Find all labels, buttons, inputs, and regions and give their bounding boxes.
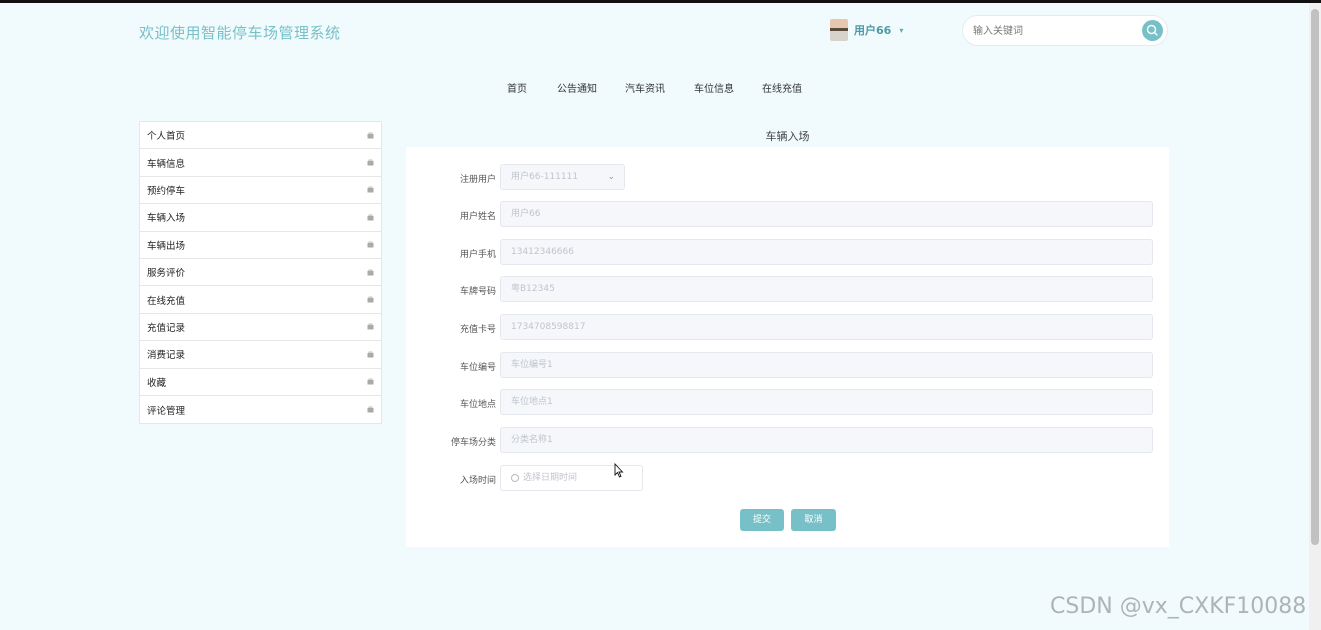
user-phone-field[interactable]: 13412346666 bbox=[500, 239, 1153, 265]
app-title: 欢迎使用智能停车场管理系统 bbox=[139, 24, 341, 42]
sidebar-item-recharge-records[interactable]: 充值记录 bbox=[140, 314, 381, 342]
sidebar-item-label: 车辆入场 bbox=[147, 213, 186, 225]
sidebar-item-vehicle-exit[interactable]: 车辆出场 bbox=[140, 232, 381, 259]
field-label: 停车场分类 bbox=[450, 438, 496, 448]
lot-category-field[interactable]: 分类名称1 bbox=[500, 427, 1153, 453]
vertical-scrollbar[interactable] bbox=[1309, 3, 1321, 630]
user-name-field[interactable]: 用户66 bbox=[500, 201, 1153, 227]
form-row-registered-user: 注册用户 用户66-111111 ⌄ bbox=[406, 164, 1169, 190]
cancel-button[interactable]: 取消 bbox=[791, 509, 836, 531]
sidebar-item-vehicle-entry[interactable]: 车辆入场 bbox=[140, 204, 381, 232]
sidebar-item-comment-management[interactable]: 评论管理 bbox=[140, 396, 381, 423]
shopping-bag-icon bbox=[367, 241, 374, 248]
shopping-bag-icon bbox=[367, 132, 374, 139]
sidebar-item-label: 个人首页 bbox=[147, 131, 186, 143]
sidebar-item-reserve-parking[interactable]: 预约停车 bbox=[140, 177, 381, 205]
shopping-bag-icon bbox=[367, 378, 374, 385]
sidebar-item-online-recharge[interactable]: 在线充值 bbox=[140, 286, 381, 314]
field-label: 车位编号 bbox=[459, 363, 496, 373]
shopping-bag-icon bbox=[367, 296, 374, 303]
select-value: 用户66-111111 bbox=[511, 172, 579, 182]
nav-announcements[interactable]: 公告通知 bbox=[557, 80, 597, 95]
shopping-bag-icon bbox=[367, 269, 374, 276]
field-label: 车牌号码 bbox=[459, 287, 496, 297]
form-row-space-location: 车位地点 车位地点1 bbox=[406, 389, 1169, 415]
sidebar-item-label: 服务评价 bbox=[147, 268, 186, 280]
sidebar: 个人首页 车辆信息 预约停车 车辆入场 车辆出场 服务评价 在线充值 充值记录 … bbox=[139, 121, 382, 425]
shopping-bag-icon bbox=[367, 214, 374, 221]
shopping-bag-icon bbox=[367, 159, 374, 166]
field-label: 用户手机 bbox=[459, 250, 496, 260]
page-title: 车辆入场 bbox=[765, 130, 810, 143]
form-row-space-number: 车位编号 车位编号1 bbox=[406, 352, 1169, 378]
sidebar-item-label: 评论管理 bbox=[147, 405, 186, 417]
search-icon bbox=[1146, 24, 1158, 36]
chevron-down-icon: ⌄ bbox=[607, 172, 615, 182]
sidebar-item-label: 消费记录 bbox=[147, 350, 186, 362]
shopping-bag-icon bbox=[367, 351, 374, 358]
main-nav: 首页 公告通知 汽车资讯 车位信息 在线充值 bbox=[0, 80, 1309, 95]
space-number-field[interactable]: 车位编号1 bbox=[500, 352, 1153, 378]
nav-car-news[interactable]: 汽车资讯 bbox=[625, 80, 665, 95]
sidebar-item-consumption-records[interactable]: 消费记录 bbox=[140, 341, 381, 369]
sidebar-item-label: 充值记录 bbox=[147, 322, 186, 334]
field-label: 用户姓名 bbox=[459, 212, 496, 222]
shopping-bag-icon bbox=[367, 187, 374, 193]
username: 用户66 bbox=[854, 24, 892, 37]
field-label: 注册用户 bbox=[459, 175, 496, 185]
caret-down-icon: ▾ bbox=[899, 25, 904, 35]
form-row-user-phone: 用户手机 13412346666 bbox=[406, 239, 1169, 265]
form-row-plate-number: 车牌号码 粤B12345 bbox=[406, 276, 1169, 302]
nav-parking-spaces[interactable]: 车位信息 bbox=[694, 80, 734, 95]
space-location-field[interactable]: 车位地点1 bbox=[500, 389, 1153, 415]
scrollbar-thumb[interactable] bbox=[1311, 9, 1319, 545]
form-row-entry-time: 入场时间 选择日期时间 bbox=[406, 465, 1169, 491]
sidebar-item-vehicle-info[interactable]: 车辆信息 bbox=[140, 149, 381, 177]
shopping-bag-icon bbox=[367, 406, 374, 413]
sidebar-item-personal-home[interactable]: 个人首页 bbox=[140, 122, 381, 150]
field-label: 入场时间 bbox=[459, 476, 496, 486]
search-box bbox=[962, 15, 1168, 46]
shopping-bag-icon bbox=[367, 324, 374, 330]
mouse-cursor-icon bbox=[614, 463, 624, 478]
nav-home[interactable]: 首页 bbox=[507, 80, 527, 95]
sidebar-item-label: 在线充值 bbox=[147, 295, 186, 307]
form-row-lot-category: 停车场分类 分类名称1 bbox=[406, 427, 1169, 453]
search-button[interactable] bbox=[1142, 20, 1163, 41]
registered-user-select[interactable]: 用户66-111111 ⌄ bbox=[500, 164, 625, 190]
sidebar-item-label: 收藏 bbox=[147, 377, 167, 389]
sidebar-item-favorites[interactable]: 收藏 bbox=[140, 369, 381, 396]
plate-number-field[interactable]: 粤B12345 bbox=[500, 276, 1153, 302]
nav-online-recharge[interactable]: 在线充值 bbox=[762, 80, 802, 95]
avatar bbox=[830, 19, 848, 41]
sidebar-item-label: 车辆信息 bbox=[147, 158, 186, 170]
submit-button[interactable]: 提交 bbox=[740, 509, 784, 531]
form-row-user-name: 用户姓名 用户66 bbox=[406, 201, 1169, 227]
sidebar-item-service-review[interactable]: 服务评价 bbox=[140, 259, 381, 287]
field-label: 车位地点 bbox=[459, 400, 496, 410]
card-number-field[interactable]: 1734708598817 bbox=[500, 314, 1153, 340]
form-row-card-number: 充值卡号 1734708598817 bbox=[406, 314, 1169, 340]
field-label: 充值卡号 bbox=[459, 325, 496, 335]
sidebar-item-label: 车辆出场 bbox=[147, 240, 186, 252]
search-input[interactable] bbox=[973, 23, 1133, 39]
clock-icon bbox=[511, 473, 519, 482]
watermark: CSDN @vx_CXKF10088 bbox=[1050, 594, 1307, 619]
vehicle-entry-form: 注册用户 用户66-111111 ⌄ 用户姓名 用户66 用户手机 134123… bbox=[406, 147, 1169, 547]
window-top-edge bbox=[0, 0, 1321, 3]
date-placeholder: 选择日期时间 bbox=[523, 473, 578, 483]
sidebar-item-label: 预约停车 bbox=[147, 185, 186, 197]
user-menu[interactable]: 用户66 ▾ bbox=[830, 19, 903, 41]
